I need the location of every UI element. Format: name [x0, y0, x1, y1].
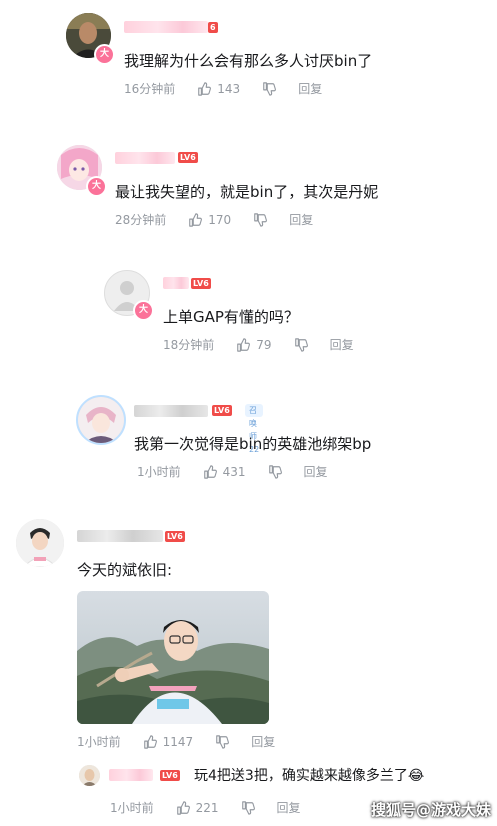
reply-button[interactable]: 回复 [304, 463, 328, 480]
thumb-down-icon [294, 337, 308, 352]
comment-time: 18分钟前 [163, 338, 215, 352]
comment-meta: 1小时前 221 回复 [110, 799, 301, 816]
like-count: 170 [208, 212, 232, 227]
comment-time: 16分钟前 [124, 82, 176, 96]
like-count: 221 [195, 800, 219, 815]
comment-time: 1小时前 [77, 735, 121, 749]
like-button[interactable]: 79 [236, 337, 272, 352]
like-button[interactable]: 431 [203, 465, 246, 479]
watermark: 搜狐号@游戏大妹 [370, 801, 491, 819]
dislike-button[interactable] [253, 212, 268, 227]
thumb-up-icon [203, 464, 217, 479]
level-badge: LV6 [160, 770, 180, 781]
thumb-down-icon [254, 212, 268, 227]
dislike-button[interactable] [241, 800, 255, 815]
vip-badge: 大 [94, 44, 115, 65]
dislike-button[interactable] [215, 734, 230, 749]
comment-time: 1小时前 [110, 801, 154, 815]
avatar[interactable] [76, 395, 126, 445]
comment-image[interactable] [77, 591, 269, 724]
thumb-up-icon [176, 800, 190, 815]
like-count: 1147 [162, 734, 194, 749]
comment-text: 今天的斌依旧: [77, 561, 173, 579]
vip-badge: 大 [86, 176, 107, 197]
dislike-button[interactable] [268, 464, 282, 479]
thumb-up-icon [237, 337, 251, 352]
like-button[interactable]: 170 [188, 213, 231, 227]
level-badge: LV6 [212, 405, 232, 416]
like-button[interactable]: 221 [176, 801, 219, 815]
thumb-down-icon [268, 464, 282, 479]
comment-meta: 1小时前 431 回复 [137, 463, 328, 480]
comment-text: 我第一次觉得是bin的英雄池绑架bp [134, 435, 372, 453]
reply-button[interactable]: 回复 [289, 211, 313, 228]
avatar[interactable] [16, 519, 64, 567]
comment-meta: 1小时前 1147 回复 [77, 733, 275, 750]
thumb-up-icon [198, 81, 212, 96]
like-count: 79 [256, 337, 272, 352]
fan-badge: 召唤师 22 [245, 404, 264, 454]
username-blurred[interactable] [163, 277, 189, 289]
like-count: 143 [217, 81, 241, 96]
thumb-down-icon [241, 800, 255, 815]
username-blurred[interactable] [124, 21, 208, 33]
level-badge: LV6 [178, 152, 198, 163]
username-blurred[interactable] [77, 530, 163, 542]
reply-text-body: 玩4把送3把，确实越来越像多兰了 [194, 768, 408, 784]
level-badge: LV6 [165, 531, 185, 542]
dislike-button[interactable] [294, 337, 308, 352]
comment-text: 上单GAP有懂的吗？ [163, 308, 299, 326]
comment-text: 最让我失望的，就是bin了，其次是丹妮 [115, 183, 379, 201]
thumb-down-icon [263, 81, 277, 96]
username-blurred[interactable] [115, 152, 175, 164]
reply-text: 玩4把送3把，确实越来越像多兰了😂 [194, 765, 424, 785]
thumb-up-icon [143, 734, 157, 749]
username-blurred[interactable] [109, 769, 153, 781]
comment-meta: 16分钟前 143 回复 [124, 80, 322, 97]
avatar[interactable] [79, 765, 100, 786]
thumb-down-icon [216, 734, 230, 749]
like-button[interactable]: 1147 [143, 734, 194, 749]
reply-button[interactable]: 回复 [298, 80, 322, 97]
level-badge: LV6 [191, 278, 211, 289]
username-blurred[interactable] [134, 405, 208, 417]
player-photo [77, 591, 269, 724]
comment-time: 28分钟前 [115, 213, 167, 227]
reply-button[interactable]: 回复 [251, 733, 275, 750]
dislike-button[interactable] [262, 81, 277, 96]
thumb-up-icon [189, 212, 203, 227]
laughing-emoji: 😂 [407, 768, 425, 784]
comment-meta: 28分钟前 170 回复 [115, 211, 313, 228]
reply-button[interactable]: 回复 [277, 799, 301, 816]
comment-text: 我理解为什么会有那么多人讨厌bin了 [124, 52, 373, 70]
level-badge: 6 [208, 22, 218, 33]
like-count: 431 [222, 464, 246, 479]
comment-time: 1小时前 [137, 465, 181, 479]
reply-button[interactable]: 回复 [330, 336, 354, 353]
like-button[interactable]: 143 [197, 82, 240, 96]
comment-meta: 18分钟前 79 回复 [163, 336, 354, 353]
vip-badge: 大 [133, 300, 154, 321]
